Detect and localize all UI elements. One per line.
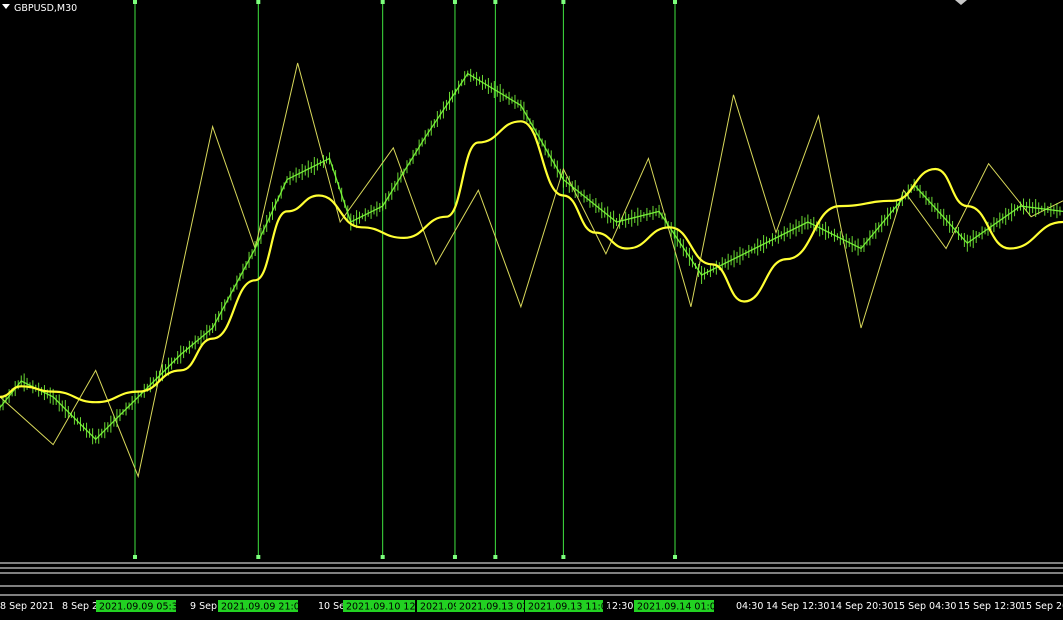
vertical-line-top-handle[interactable] <box>493 0 498 4</box>
vertical-line-top-handle[interactable] <box>380 0 385 4</box>
symbol-title: GBPUSD,M30 <box>14 3 77 14</box>
time-tick-label: 8 Sep 2021 <box>0 601 54 612</box>
vertical-line-label: 2021.09.09 21:00 <box>221 602 306 613</box>
time-tick-label: 14 Sep 12:30 <box>766 601 829 612</box>
vertical-line-label: 2021.09. <box>420 602 462 613</box>
time-tick-label: 14 Sep 20:30 <box>830 601 893 612</box>
vertical-line-bottom-handle[interactable] <box>380 555 385 559</box>
time-tick-label: 15 Sep 04:30 <box>893 601 956 612</box>
chart-window[interactable]: GBPUSD,M30 8 Sep 2021 8 Sep 29 Sep 10 Sep 1… <box>0 0 1063 616</box>
vertical-line-label: 2021.09.09 05:30 <box>99 602 184 613</box>
vertical-line-top-handle[interactable] <box>561 0 566 4</box>
time-tick-label: 04:30 <box>736 601 763 612</box>
vertical-line-top-handle[interactable] <box>256 0 261 4</box>
vertical-line-label: 2021.09.10 12:3 <box>346 602 425 613</box>
symbol-caption: GBPUSD,M30 <box>2 3 77 14</box>
vertical-line-label: 2021.09.13 11:00 <box>528 602 613 613</box>
time-tick-label: 15 Sep 20 <box>1020 601 1063 612</box>
vertical-line-bottom-handle[interactable] <box>493 555 498 559</box>
vertical-line-label: 2021.09.13 02: <box>459 602 532 613</box>
vertical-line-top-handle[interactable] <box>452 0 457 4</box>
vertical-line-top-handle[interactable] <box>133 0 138 4</box>
vertical-line-bottom-handle[interactable] <box>673 555 678 559</box>
vertical-line-top-handle[interactable] <box>673 0 678 4</box>
time-tick-label: 15 Sep 12:30 <box>958 601 1021 612</box>
vertical-line-bottom-handle[interactable] <box>452 555 457 559</box>
vertical-line-bottom-handle[interactable] <box>256 555 261 559</box>
vertical-line-bottom-handle[interactable] <box>133 555 138 559</box>
vertical-line-bottom-handle[interactable] <box>561 555 566 559</box>
time-tick-label: 8 Sep 2 <box>62 601 98 612</box>
time-tick-label: 9 Sep <box>190 601 217 612</box>
price-chart[interactable]: GBPUSD,M30 8 Sep 2021 8 Sep 29 Sep 10 Sep 1… <box>0 0 1063 616</box>
vertical-line-label: 2021.09.14 01:00 <box>637 602 722 613</box>
